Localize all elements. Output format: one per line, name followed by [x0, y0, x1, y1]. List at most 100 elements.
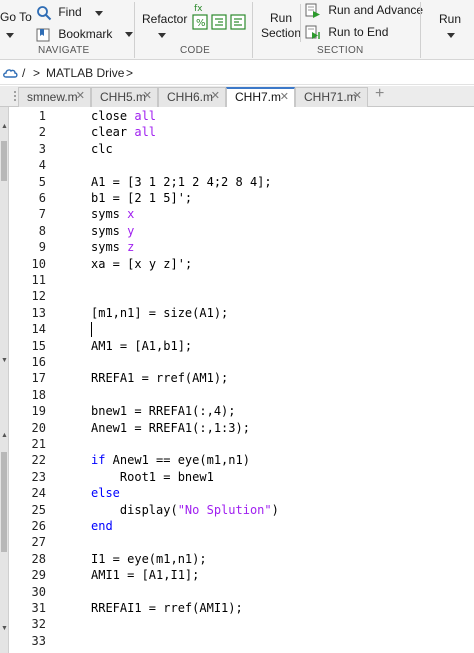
- separator-code: [252, 2, 253, 58]
- code-line[interactable]: display("No Splution"): [91, 502, 279, 518]
- code-editor[interactable]: ▲ ▼ ▲ ▼ 1 2 3 4 5 6 7 8 9 10 11 12 13 14 15 16 17 18 19 20 2…: [0, 107, 474, 653]
- find-label: Find: [58, 5, 82, 20]
- code-line[interactable]: RREFA1 = rref(AM1);: [91, 370, 228, 386]
- code-line[interactable]: A1 = [3 1 2;1 2 4;2 8 4];: [91, 174, 272, 190]
- tab-chh5[interactable]: CHH5.m ✕: [91, 87, 158, 107]
- code-line[interactable]: else: [91, 485, 120, 501]
- run-to-end-button[interactable]: Run to End: [305, 25, 388, 41]
- tab-close-icon[interactable]: ✕: [280, 90, 289, 103]
- goto-dropdown-icon[interactable]: [6, 33, 14, 38]
- toolstrip: Go To Find Bookmark NAVIGATE Refactor fx…: [0, 0, 474, 60]
- line-number: 14: [31, 322, 46, 337]
- cloud-drive-icon[interactable]: [2, 67, 18, 79]
- address-root-separator: /: [22, 66, 26, 80]
- run-and-advance-button[interactable]: Run and Advance: [305, 3, 423, 19]
- tab-close-icon[interactable]: ✕: [143, 89, 152, 102]
- line-number: 31: [31, 601, 46, 615]
- add-tab-button[interactable]: +: [375, 85, 384, 103]
- line-number: 32: [31, 617, 46, 632]
- line-number: 5: [38, 174, 46, 189]
- line-number: 3: [38, 141, 46, 156]
- code-line[interactable]: I1 = eye(m1,n1);: [91, 551, 207, 567]
- run-dropdown-icon[interactable]: [447, 33, 455, 38]
- code-line[interactable]: syms x: [91, 206, 134, 222]
- keyword: if: [91, 453, 106, 468]
- left-panel-scrollbar[interactable]: ▲ ▼ ▲ ▼: [0, 107, 9, 653]
- tab-close-icon[interactable]: ✕: [211, 89, 220, 102]
- line-number: 24: [31, 486, 46, 501]
- separator-section: [420, 2, 421, 58]
- comment-icon[interactable]: %: [192, 14, 208, 30]
- unindent-icon[interactable]: [230, 14, 246, 30]
- run-and-advance-label: Run and Advance: [328, 3, 424, 18]
- separator-navigate: [134, 2, 135, 58]
- line-number: 2: [38, 125, 46, 140]
- text-cursor: [91, 322, 92, 338]
- code-line[interactable]: RREFAI1 = rref(AMI1);: [91, 600, 243, 616]
- svg-text:fx: fx: [194, 4, 203, 14]
- code-line[interactable]: xa = [x y z]';: [91, 256, 192, 272]
- line-number: 15: [31, 338, 46, 353]
- code-line[interactable]: AM1 = [A1,b1];: [91, 338, 192, 354]
- tab-label: CHH6.m: [167, 90, 214, 104]
- code-small-icon[interactable]: fx: [193, 0, 207, 14]
- code-line[interactable]: clear all: [91, 124, 156, 140]
- indent-icon[interactable]: [211, 14, 227, 30]
- address-location-matlab-drive[interactable]: MATLAB Drive: [46, 66, 124, 80]
- code-line[interactable]: AMI1 = [A1,I1];: [91, 567, 199, 583]
- code-line[interactable]: close all: [91, 108, 156, 124]
- tab-label: CHH7.m: [235, 90, 282, 104]
- line-number-gutter: 1 2 3 4 5 6 7 8 9 10 11 12 13 14 15 16 17 18 19 20 21 22 23 24 2…: [10, 107, 50, 653]
- bookmark-icon: [36, 28, 50, 42]
- code-line[interactable]: b1 = [2 1 5]';: [91, 190, 192, 206]
- line-number: 1: [38, 109, 46, 123]
- line-number: 20: [31, 420, 46, 435]
- refactor-dropdown-icon[interactable]: [158, 33, 166, 38]
- scroll-up-arrow-icon[interactable]: ▲: [1, 123, 8, 130]
- svg-text:%: %: [196, 18, 206, 29]
- code-line[interactable]: syms z: [91, 239, 134, 255]
- code-line[interactable]: clc: [91, 141, 113, 157]
- goto-button[interactable]: Go To: [0, 10, 32, 24]
- code-line[interactable]: Anew1 = RREFA1(:,1:3);: [91, 420, 250, 436]
- code-section-label: CODE: [180, 45, 211, 56]
- address-chevron-2[interactable]: >: [126, 66, 133, 80]
- scrollbar-thumb[interactable]: [1, 141, 7, 181]
- bookmark-button[interactable]: Bookmark: [36, 27, 133, 42]
- code-line[interactable]: if Anew1 == eye(m1,n1): [91, 452, 250, 468]
- line-number: 12: [31, 289, 46, 304]
- section-section-label: SECTION: [317, 45, 364, 56]
- code-line[interactable]: bnew1 = RREFA1(:,4);: [91, 403, 236, 419]
- tab-close-icon[interactable]: ✕: [353, 89, 362, 102]
- line-number: 10: [31, 256, 46, 271]
- code-line[interactable]: [m1,n1] = size(A1);: [91, 305, 228, 321]
- tab-chh71[interactable]: CHH71.m ✕: [295, 87, 368, 107]
- run-section-label-2: Section: [261, 26, 302, 40]
- code-line[interactable]: end: [91, 518, 113, 534]
- line-number: 25: [31, 502, 46, 517]
- navigate-section-label: NAVIGATE: [38, 45, 90, 56]
- string-literal: "No Splution": [177, 502, 272, 517]
- scroll-down-arrow-icon[interactable]: ▼: [1, 357, 8, 364]
- find-dropdown-icon[interactable]: [95, 10, 104, 16]
- scroll-up-arrow-icon-2[interactable]: ▲: [1, 432, 8, 439]
- tab-chh6[interactable]: CHH6.m ✕: [158, 87, 226, 107]
- tab-smnew[interactable]: smnew.m ✕: [18, 87, 91, 107]
- identifier: x: [134, 256, 142, 271]
- line-number: 7: [38, 207, 46, 222]
- tab-chh7-active[interactable]: CHH7.m ✕: [226, 87, 295, 108]
- run-section-label-1: Run: [270, 11, 293, 25]
- tab-close-icon[interactable]: ✕: [76, 89, 85, 102]
- code-line[interactable]: Root1 = bnew1: [91, 469, 214, 485]
- goto-label: Go To: [0, 10, 32, 24]
- run-button[interactable]: Run: [439, 12, 461, 26]
- scrollbar-thumb-2[interactable]: [1, 452, 7, 552]
- bookmark-dropdown-icon[interactable]: [124, 32, 133, 38]
- refactor-button[interactable]: Refactor: [142, 12, 187, 26]
- code-line[interactable]: syms y: [91, 223, 134, 239]
- bookmark-label: Bookmark: [58, 27, 113, 41]
- run-section-button[interactable]: Run Section: [261, 11, 301, 41]
- line-number: 30: [31, 584, 46, 599]
- find-button[interactable]: Find: [36, 5, 104, 21]
- scroll-down-arrow-icon-2[interactable]: ▼: [1, 625, 8, 632]
